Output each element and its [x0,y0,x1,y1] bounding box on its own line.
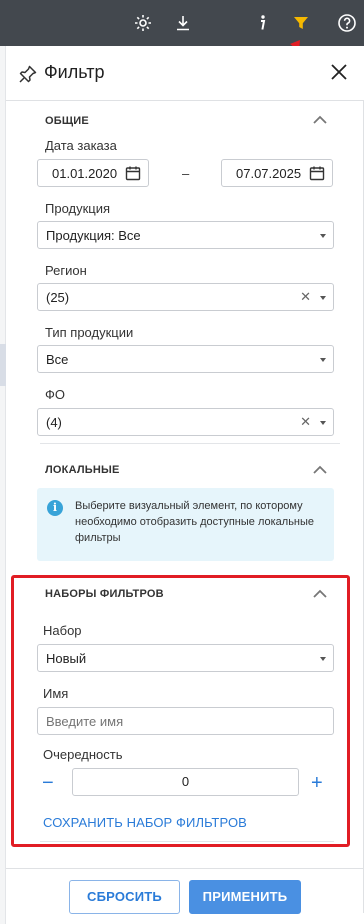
order-label: Очередность [43,747,123,762]
clear-icon[interactable]: ✕ [300,289,311,305]
region-label: Регион [45,263,87,278]
calendar-icon[interactable] [125,165,141,181]
section-divider [40,443,340,444]
chevron-down-icon [320,296,326,300]
product-type-select[interactable]: Все [37,345,334,373]
info-icon[interactable] [251,12,273,34]
chevron-down-icon [320,358,326,362]
local-info-text: Выберите визуальный элемент, по которому… [75,500,315,544]
product-type-select-value: Все [46,352,69,367]
filter-icon[interactable] [290,12,312,34]
date-from-field[interactable]: 01.01.2020 [37,159,149,187]
set-select-value: Новый [46,651,87,666]
chevron-down-icon [320,421,326,425]
decrement-button[interactable]: − [42,772,54,795]
date-to-field[interactable]: 07.07.2025 [221,159,333,187]
calendar-icon[interactable] [309,165,325,181]
increment-button[interactable]: + [311,772,323,795]
close-icon[interactable] [328,61,350,83]
chevron-down-icon [320,657,326,661]
clear-icon[interactable]: ✕ [300,414,311,430]
top-toolbar [0,0,364,46]
section-local-title: ЛОКАЛЬНЫЕ [45,464,120,476]
fo-select-value: (4) [46,415,62,430]
date-to-value: 07.07.2025 [236,166,302,181]
order-date-label: Дата заказа [45,138,117,153]
chevron-up-icon[interactable] [312,589,328,599]
set-label: Набор [43,623,82,638]
region-select-value: (25) [46,290,70,305]
product-type-label: Тип продукции [45,325,134,340]
chevron-down-icon [320,234,326,238]
set-select[interactable]: Новый [37,644,334,672]
gear-icon[interactable] [132,12,154,34]
fo-label: ФО [45,387,65,402]
local-info-box: i Выберите визуальный элемент, по которо… [37,488,334,561]
reset-button[interactable]: СБРОСИТЬ [69,880,180,914]
product-select-value: Продукция: Все [46,228,141,243]
apply-button[interactable]: ПРИМЕНИТЬ [189,880,301,914]
panel-title: Фильтр [44,62,105,82]
product-select[interactable]: Продукция: Все [37,221,334,249]
order-value: 0 [181,774,190,789]
pin-icon[interactable] [18,64,38,84]
save-filter-set-link[interactable]: СОХРАНИТЬ НАБОР ФИЛЬТРОВ [43,815,247,830]
footer-divider [6,868,364,869]
help-icon[interactable] [336,12,358,34]
info-circle-icon: i [47,500,63,516]
order-stepper-input[interactable]: 0 [72,768,299,796]
chevron-up-icon[interactable] [312,465,328,475]
name-input[interactable] [37,707,334,735]
section-divider [40,841,334,842]
date-separator: – [182,166,190,181]
date-from-value: 01.01.2020 [52,166,118,181]
fo-select[interactable]: (4) ✕ [37,408,334,436]
section-general-title: ОБЩИЕ [45,115,89,127]
name-label: Имя [43,686,69,701]
download-icon[interactable] [172,12,194,34]
product-label: Продукция [45,201,111,216]
section-sets-title: НАБОРЫ ФИЛЬТРОВ [45,588,164,600]
chevron-up-icon[interactable] [312,115,328,125]
region-select[interactable]: (25) ✕ [37,283,334,311]
